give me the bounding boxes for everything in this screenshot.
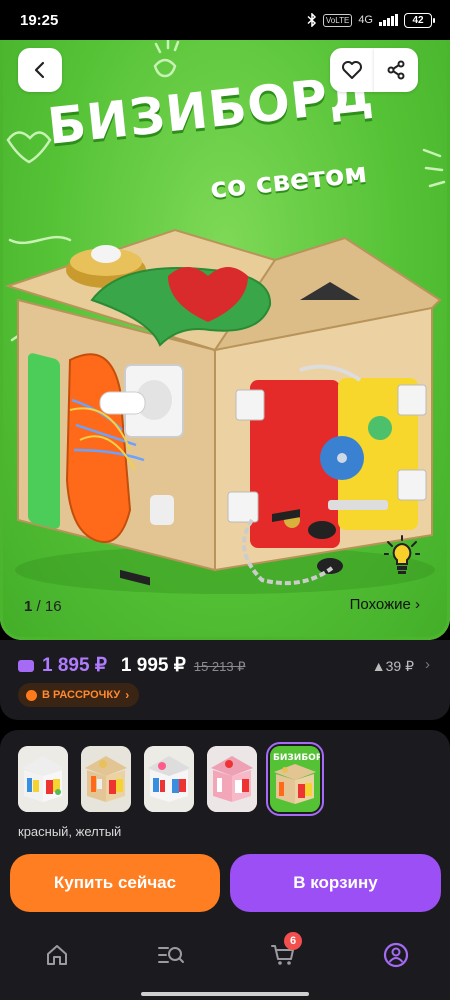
status-icons: VoLTE 4G 42 [307,12,435,28]
price-panel: 1 895 ₽ 1 995 ₽ 15 213 ₽ ▲39 ₽ › В РАССР… [0,640,450,720]
price-change[interactable]: ▲39 ₽ [372,658,414,675]
pie-icon [26,689,37,701]
catalog-search-icon [158,947,184,963]
volte-badge: VoLTE [322,13,353,27]
similar-link[interactable]: Похожие › [350,596,420,613]
thumbnail-image [207,746,257,812]
thumbnail-image: БИЗИБОРД [270,746,320,812]
back-arrow-icon [34,61,45,79]
nav-catalog[interactable] [156,940,186,970]
svg-text:БИЗИБОРД: БИЗИБОРД [273,753,320,763]
favorite-button[interactable] [330,48,374,92]
gallery-counter-total: / 16 [36,598,62,615]
light-bulb-icon [384,535,420,574]
thumbnail-image [18,746,68,812]
product-image [4,228,442,594]
gallery-counter-current: 1 [24,598,33,615]
action-bar: Купить сейчас В корзину [0,850,450,920]
variant-thumbnail[interactable] [144,746,194,812]
status-bar: 19:25 VoLTE 4G 42 [0,0,450,40]
gallery-counter: 1 / 16 [24,598,62,615]
variant-thumbnail[interactable] [81,746,131,812]
product-gallery[interactable]: БИЗИБОРД со светом 1 / 16 Похожие › [0,40,450,640]
battery-level: 42 [412,14,424,26]
share-icon [387,60,405,80]
variant-thumbnail[interactable] [207,746,257,812]
heart-icon [342,61,362,79]
share-button[interactable] [374,48,418,92]
home-icon [47,945,67,965]
buy-now-button[interactable]: Купить сейчас [10,854,220,912]
thumbnail-image [81,746,131,812]
variant-label: красный, желтый [18,824,122,839]
bluetooth-icon [307,13,316,27]
network-type: 4G [358,14,373,26]
status-time: 19:25 [20,11,59,29]
chevron-right-icon[interactable]: › [425,656,430,673]
installment-button[interactable]: В РАССРОЧКУ › [18,683,140,707]
home-indicator[interactable] [141,992,309,996]
profile-icon [383,942,409,968]
back-button[interactable] [18,48,62,92]
chevron-right-icon: › [125,688,130,702]
wallet-icon [18,660,34,672]
price-row: 1 895 ₽ 1 995 ₽ 15 213 ₽ [18,654,246,677]
variant-thumbnails: БИЗИБОРД [18,742,324,816]
price-wallet: 1 895 ₽ [42,655,107,676]
battery-icon: 42 [404,12,435,28]
price-regular: 1 995 ₽ [120,655,186,676]
installment-label: В РАССРОЧКУ [42,689,121,701]
nav-home[interactable] [42,940,72,970]
variant-thumbnail[interactable] [18,746,68,812]
variant-panel: БИЗИБОРД красный, желтый [0,730,450,850]
bottom-navigation: 6 [0,920,450,1000]
add-to-cart-button[interactable]: В корзину [230,854,441,912]
thumbnail-image [144,746,194,812]
nav-profile[interactable] [381,940,411,970]
price-old: 15 213 ₽ [193,659,246,674]
cart-count-badge: 6 [284,932,302,950]
signal-icon [379,14,398,26]
variant-thumbnail-selected[interactable]: БИЗИБОРД [266,742,324,816]
